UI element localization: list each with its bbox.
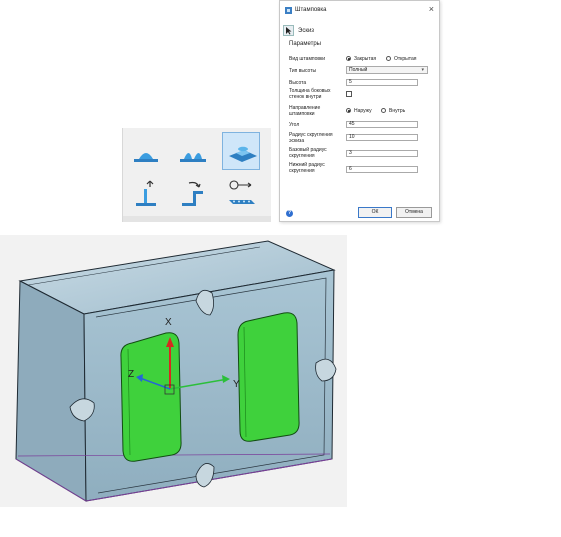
z-axis-label: Z (128, 369, 134, 380)
bottom-radius-input[interactable]: 6 (346, 166, 418, 173)
side-walls-checkbox[interactable] (346, 91, 352, 97)
height-input[interactable]: 5 (346, 79, 418, 86)
sketch-selector[interactable]: Эскиз (283, 25, 323, 37)
side-walls-label: Толщина боковых стенок внутри (289, 88, 331, 100)
3d-viewport[interactable]: X Y Z (0, 235, 347, 507)
sheet-metal-toolbar (122, 128, 271, 222)
stamp-button[interactable] (222, 132, 260, 170)
height-type-value: Полный (349, 67, 368, 73)
toolbar-bottom-border (123, 216, 271, 222)
stamp-type-closed-radio[interactable] (346, 56, 351, 61)
height-type-select[interactable]: Полный ▾ (346, 66, 428, 74)
base-radius-label: Базовый радиус скругления (289, 147, 327, 159)
stamp-icon (229, 146, 257, 162)
direction-inward-radio[interactable] (381, 108, 386, 113)
hem-flange-button[interactable] (127, 174, 165, 212)
direction-label: Направление штамповки (289, 105, 321, 117)
height-label: Высота (289, 80, 307, 86)
model-view[interactable]: X Y Z (0, 235, 347, 507)
bottom-radius-label: Нижний радиус скругления (289, 162, 325, 174)
angle-label: Угол (289, 122, 300, 128)
sketch-label: Эскиз (298, 28, 315, 34)
chevron-down-icon: ▾ (421, 67, 424, 73)
stamp-type-open-label: Открытая (394, 56, 417, 62)
cursor-icon[interactable] (283, 25, 294, 36)
dialog-title: Штамповка (295, 7, 327, 13)
parameters-header: Параметры (289, 41, 321, 47)
ok-button[interactable]: ОК (358, 207, 392, 218)
louver-icon (180, 153, 206, 162)
hem-flange-icon (136, 180, 156, 206)
dome-bump-button[interactable] (127, 134, 165, 172)
sheet-metal-part[interactable] (15, 240, 337, 502)
stamp-feature-right[interactable] (237, 312, 300, 442)
stamp-type-open-radio[interactable] (386, 56, 391, 61)
help-icon[interactable]: ? (286, 210, 293, 217)
direction-outward-label: Наружу (354, 108, 372, 114)
angle-input[interactable]: 45 (346, 121, 418, 128)
cancel-button[interactable]: Отмена (396, 207, 432, 218)
sketch-radius-label: Радиус скругления эскиза (289, 132, 333, 144)
unfold-icon (229, 180, 255, 204)
stamp-icon (285, 7, 292, 14)
height-type-label: Тип высоты (289, 68, 317, 74)
dome-bump-icon (134, 153, 158, 162)
direction-inward-label: Внутрь (389, 108, 406, 114)
dialog-titlebar[interactable]: Штамповка × (280, 1, 439, 21)
stamp-type-label: Вид штамповки (289, 56, 326, 62)
sketch-radius-input[interactable]: 10 (346, 134, 418, 141)
jog-button[interactable] (174, 174, 212, 212)
louver-button[interactable] (174, 134, 212, 172)
stamp-type-closed-label: Закрытая (354, 56, 377, 62)
base-radius-input[interactable]: 3 (346, 150, 418, 157)
stamp-dialog: Штамповка × Эскиз Параметры Вид штамповк… (279, 0, 440, 222)
x-axis-label: X (165, 317, 172, 328)
direction-outward-radio[interactable] (346, 108, 351, 113)
unfold-button[interactable] (222, 174, 260, 212)
close-icon[interactable]: × (429, 5, 434, 14)
jog-icon (182, 181, 203, 206)
y-axis-label: Y (233, 379, 240, 390)
